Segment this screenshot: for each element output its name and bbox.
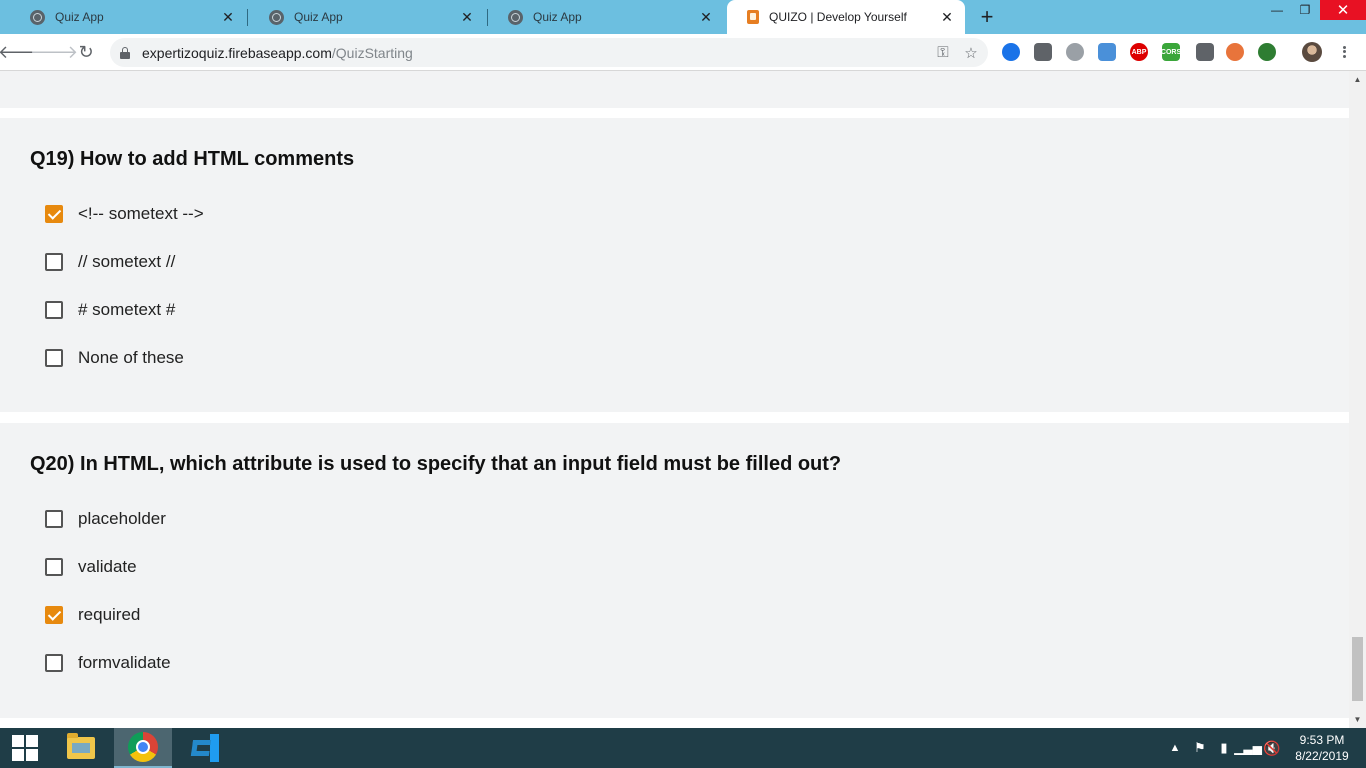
option-q20-2[interactable]: validate: [45, 557, 137, 577]
checkbox[interactable]: [45, 558, 63, 576]
minimize-button[interactable]: —: [1262, 0, 1292, 20]
checkbox[interactable]: [45, 301, 63, 319]
url-path: /QuizStarting: [331, 44, 413, 61]
screen-extension-icon[interactable]: [1034, 43, 1052, 61]
clock-time: 9:53 PM: [1299, 733, 1345, 747]
file-explorer-button[interactable]: [52, 728, 110, 768]
adblock-plus-icon[interactable]: ABP: [1130, 43, 1148, 61]
option-q19-1[interactable]: <!-- sometext -->: [45, 204, 204, 224]
option-q19-3[interactable]: # sometext #: [45, 300, 175, 320]
reload-button[interactable]: ↻: [74, 40, 98, 64]
system-clock[interactable]: 9:53 PM 8/22/2019: [1286, 732, 1358, 764]
close-icon[interactable]: ✕: [939, 9, 955, 25]
option-label[interactable]: // sometext //: [78, 252, 175, 272]
option-q19-2[interactable]: // sometext //: [45, 252, 175, 272]
volume-muted-icon[interactable]: 🔇: [1262, 728, 1282, 768]
browser-toolbar: 🡐 🡒 ↻ expertizoquiz.firebaseapp.com/Quiz…: [0, 34, 1366, 71]
question-title: Q20) In HTML, which attribute is used to…: [30, 453, 842, 475]
windows-extension-icon[interactable]: [1098, 43, 1116, 61]
orange-extension-icon[interactable]: [1226, 43, 1244, 61]
chrome-icon: [128, 732, 158, 762]
close-icon[interactable]: ✕: [220, 9, 236, 25]
action-center-flag-icon[interactable]: ⚑: [1190, 728, 1210, 768]
checkbox[interactable]: [45, 510, 63, 528]
start-button[interactable]: [0, 728, 50, 768]
tab-title: Quiz App: [55, 10, 104, 24]
checkbox[interactable]: [45, 654, 63, 672]
tab-divider: [247, 9, 248, 26]
checkbox-checked[interactable]: [45, 205, 63, 223]
question-title: Q19) How to add HTML comments: [30, 148, 355, 170]
tab-quiz-app-2[interactable]: Quiz App ✕: [249, 0, 485, 34]
restore-button[interactable]: ❐: [1290, 0, 1320, 20]
chrome-taskbar-button[interactable]: [114, 728, 172, 768]
globe-icon: [508, 9, 523, 25]
close-icon[interactable]: ✕: [698, 9, 714, 25]
scroll-thumb[interactable]: [1352, 637, 1363, 701]
cors-extension-icon[interactable]: CORS: [1161, 43, 1181, 61]
globe-icon: [30, 9, 45, 25]
new-tab-button[interactable]: +: [976, 6, 998, 28]
taskbar: ▲ ⚑ ▮ ▁▃▅ 🔇 9:53 PM 8/22/2019: [0, 728, 1366, 768]
menu-icon[interactable]: [1336, 42, 1352, 62]
option-q19-4[interactable]: None of these: [45, 348, 184, 368]
option-label[interactable]: None of these: [78, 348, 184, 368]
window-close-button[interactable]: ✕: [1320, 0, 1366, 20]
file-explorer-icon: [67, 733, 95, 759]
eyedropper-extension-icon[interactable]: [1196, 43, 1214, 61]
lock-icon[interactable]: [120, 46, 130, 59]
question-card-q20: Q20) In HTML, which attribute is used to…: [0, 423, 1349, 718]
scroll-up-icon[interactable]: ▲: [1349, 71, 1366, 88]
option-label[interactable]: formvalidate: [78, 653, 171, 673]
network-icon[interactable]: ▁▃▅: [1234, 728, 1262, 768]
quizo-favicon-icon: [747, 10, 759, 24]
option-label[interactable]: # sometext #: [78, 300, 175, 320]
globe-extension-icon[interactable]: [1258, 43, 1276, 61]
vertical-scrollbar[interactable]: ▲ ▼: [1349, 71, 1366, 728]
clock-date: 8/22/2019: [1295, 749, 1349, 763]
key-icon[interactable]: ⚿: [932, 42, 954, 64]
tab-quiz-app-3[interactable]: Quiz App ✕: [488, 0, 724, 34]
tab-title: QUIZO | Develop Yourself: [769, 10, 907, 24]
tab-title: Quiz App: [533, 10, 582, 24]
show-hidden-icons-icon[interactable]: ▲: [1168, 728, 1182, 768]
vscode-taskbar-button[interactable]: [176, 728, 234, 768]
question-card-previous: [0, 71, 1349, 108]
option-q20-3[interactable]: required: [45, 605, 140, 625]
tab-title: Quiz App: [294, 10, 343, 24]
url-host: expertizoquiz.firebaseapp.com: [142, 44, 332, 61]
option-label[interactable]: validate: [78, 557, 137, 577]
option-q20-4[interactable]: formvalidate: [45, 653, 171, 673]
checkbox[interactable]: [45, 349, 63, 367]
option-label[interactable]: placeholder: [78, 509, 166, 529]
checkbox-checked[interactable]: [45, 606, 63, 624]
tab-quiz-app-1[interactable]: Quiz App ✕: [10, 0, 246, 34]
option-label[interactable]: <!-- sometext -->: [78, 204, 204, 224]
url-text[interactable]: expertizoquiz.firebaseapp.com/QuizStarti…: [142, 45, 932, 61]
question-card-q19: Q19) How to add HTML comments <!-- somet…: [0, 118, 1349, 412]
close-icon[interactable]: ✕: [459, 9, 475, 25]
option-q20-1[interactable]: placeholder: [45, 509, 166, 529]
tab-quizo[interactable]: QUIZO | Develop Yourself ✕: [727, 0, 965, 34]
address-bar[interactable]: expertizoquiz.firebaseapp.com/QuizStarti…: [110, 38, 988, 67]
windows-icon: [12, 735, 38, 761]
forward-button[interactable]: 🡒: [30, 40, 78, 64]
tab-strip: Quiz App ✕ Quiz App ✕ Quiz App ✕ QUIZO |…: [0, 0, 1366, 34]
star-icon[interactable]: ☆: [960, 42, 982, 64]
option-label[interactable]: required: [78, 605, 140, 625]
globe-icon: [269, 9, 284, 25]
vscode-icon: [191, 734, 219, 762]
checkbox[interactable]: [45, 253, 63, 271]
profile-avatar[interactable]: [1302, 42, 1322, 62]
braces-extension-icon[interactable]: [1066, 43, 1084, 61]
blue-extension-icon[interactable]: [1002, 43, 1020, 61]
scroll-down-icon[interactable]: ▼: [1349, 711, 1366, 728]
page-content: Q19) How to add HTML comments <!-- somet…: [0, 71, 1349, 728]
battery-icon[interactable]: ▮: [1214, 728, 1234, 768]
